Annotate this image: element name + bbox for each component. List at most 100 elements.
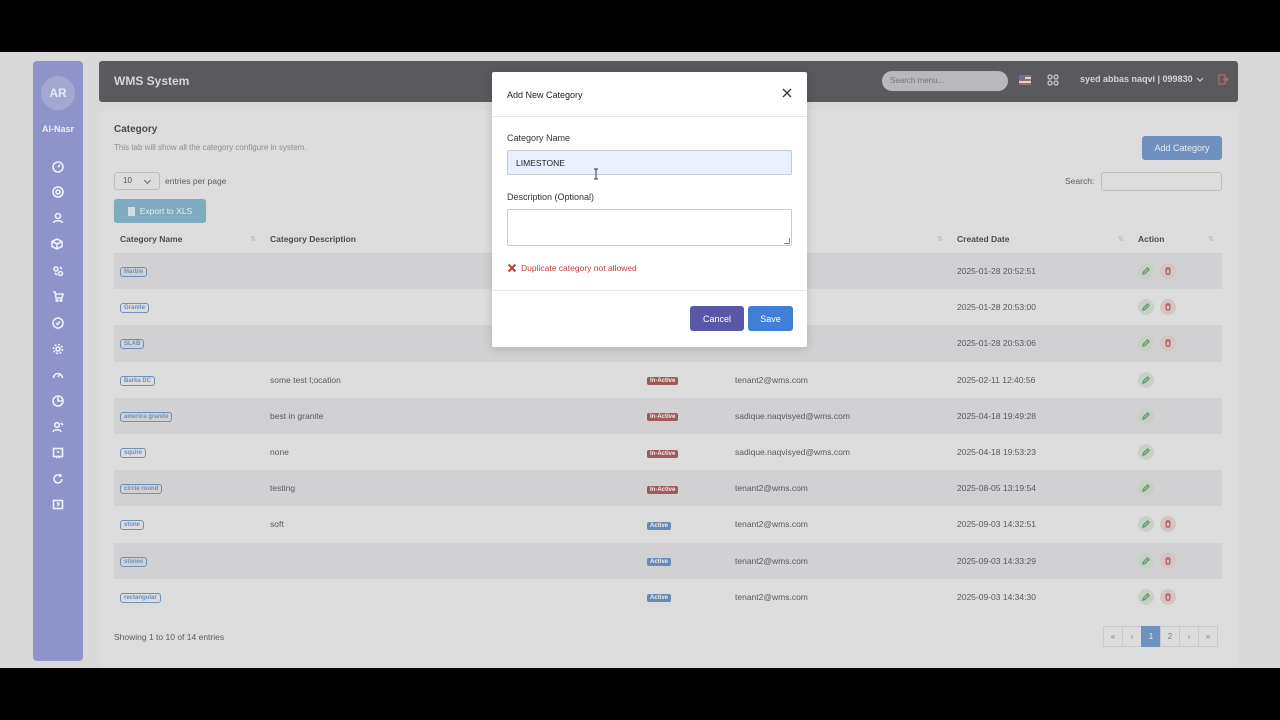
created-date-cell: 2025-01-28 20:53:00 bbox=[957, 302, 1036, 313]
app-stage: AR Al-Nasr WMS System syed abbas naqvi |… bbox=[0, 52, 1280, 668]
edit-icon[interactable] bbox=[1138, 480, 1154, 497]
user-icon[interactable] bbox=[51, 211, 65, 225]
gauge-icon[interactable] bbox=[51, 368, 65, 382]
delete-icon[interactable] bbox=[1160, 552, 1176, 569]
table-row: Barka DC some test l;ocation In-Active tena… bbox=[114, 362, 1222, 398]
category-tag: stone bbox=[120, 520, 145, 531]
pie-chart-icon[interactable] bbox=[51, 394, 65, 408]
edit-icon[interactable] bbox=[1138, 335, 1154, 352]
edit-icon[interactable] bbox=[1138, 407, 1154, 424]
action-cell bbox=[1132, 325, 1222, 362]
category-tag: Marble bbox=[120, 267, 148, 278]
report-icon[interactable] bbox=[51, 446, 65, 460]
sidebar: AR Al-Nasr bbox=[33, 61, 83, 661]
column-header-label: Category Description bbox=[270, 233, 356, 244]
created-date-cell: 2025-09-03 14:34:30 bbox=[957, 591, 1036, 602]
status-cell: In-Active bbox=[641, 470, 729, 507]
app-title: WMS System bbox=[114, 74, 190, 88]
name-cell: squire bbox=[114, 434, 264, 470]
status-badge: In-Active bbox=[647, 377, 679, 386]
close-icon[interactable] bbox=[781, 87, 793, 99]
edit-icon[interactable] bbox=[1138, 371, 1154, 388]
created-date-cell: 2025-01-28 20:53:06 bbox=[951, 325, 1132, 362]
table-search-input[interactable] bbox=[1101, 172, 1222, 191]
showing-entries: Showing 1 to 10 of 14 entries bbox=[114, 632, 225, 642]
export-xls-button[interactable]: Export to XLS bbox=[114, 199, 206, 223]
user-manage-icon[interactable] bbox=[51, 420, 65, 434]
page-button[interactable]: » bbox=[1198, 626, 1218, 647]
apps-icon[interactable] bbox=[1047, 74, 1059, 86]
error-text: Duplicate category not allowed bbox=[521, 263, 637, 273]
users-group-icon[interactable] bbox=[51, 264, 65, 278]
file-icon bbox=[127, 206, 135, 216]
description-textarea[interactable] bbox=[507, 209, 792, 246]
gear-icon[interactable] bbox=[51, 342, 65, 356]
sort-icon[interactable]: ⇅ bbox=[937, 235, 943, 243]
user-menu[interactable]: syed abbas naqvi | 099830 bbox=[1080, 74, 1193, 84]
table-row: stone soft Active tenant2@wms.com 2025-09-03… bbox=[114, 506, 1222, 542]
edit-icon[interactable] bbox=[1138, 516, 1154, 533]
dashboard-icon[interactable] bbox=[51, 160, 65, 174]
column-header[interactable]: Action ⇅ bbox=[1132, 225, 1222, 254]
action-cell bbox=[1132, 397, 1222, 434]
table-row: stonee Active tenant2@wms.com 2025-09-03 14… bbox=[114, 542, 1222, 579]
sort-icon[interactable]: ⇅ bbox=[250, 235, 256, 243]
settings-circle-icon[interactable] bbox=[51, 185, 65, 199]
sort-icon[interactable]: ⇅ bbox=[1208, 235, 1214, 243]
action-cell bbox=[1132, 542, 1222, 579]
page-length-select[interactable]: 10 bbox=[114, 172, 160, 190]
entries-label: entries per page bbox=[165, 176, 227, 186]
refresh-icon[interactable] bbox=[51, 472, 65, 486]
page-button[interactable]: 1 bbox=[1141, 626, 1161, 647]
delete-icon[interactable] bbox=[1160, 516, 1176, 533]
name-cell: circle round bbox=[114, 470, 264, 507]
description-cell: some test l;ocation bbox=[270, 374, 341, 385]
help-icon[interactable] bbox=[51, 498, 65, 512]
action-cell bbox=[1132, 289, 1222, 325]
us-flag-icon[interactable] bbox=[1019, 75, 1031, 85]
add-category-button[interactable]: Add Category bbox=[1142, 136, 1222, 160]
column-header[interactable]: Category Name ⇅ bbox=[114, 225, 264, 254]
delete-icon[interactable] bbox=[1160, 263, 1176, 280]
cart-icon[interactable] bbox=[51, 289, 65, 303]
modal-title: Add New Category bbox=[507, 90, 583, 100]
category-tag: circle round bbox=[120, 484, 163, 495]
table-row: circle round testing In-Active tenant2@wms.… bbox=[114, 470, 1222, 507]
badge-icon[interactable] bbox=[51, 316, 65, 330]
created-by-cell: sadique.naqvisyed@wms.com bbox=[735, 447, 850, 458]
save-button[interactable]: Save bbox=[748, 306, 793, 331]
page-button[interactable]: ‹ bbox=[1122, 626, 1142, 647]
column-header-label: Created Date bbox=[957, 233, 1010, 244]
status-badge: In-Active bbox=[647, 485, 679, 494]
edit-icon[interactable] bbox=[1138, 588, 1154, 605]
name-cell: SLAB bbox=[114, 325, 264, 362]
edit-icon[interactable] bbox=[1138, 263, 1154, 280]
edit-icon[interactable] bbox=[1138, 444, 1154, 461]
page-button[interactable]: 2 bbox=[1160, 626, 1180, 647]
sort-icon[interactable]: ⇅ bbox=[1118, 235, 1124, 243]
edit-icon[interactable] bbox=[1138, 299, 1154, 316]
delete-icon[interactable] bbox=[1160, 299, 1176, 316]
edit-icon[interactable] bbox=[1138, 552, 1154, 569]
status-badge: In-Active bbox=[647, 449, 679, 458]
cancel-button[interactable]: Cancel bbox=[690, 306, 744, 331]
chevron-down-icon[interactable] bbox=[1196, 75, 1204, 83]
category-tag: SLAB bbox=[120, 339, 145, 350]
delete-icon[interactable] bbox=[1160, 588, 1176, 605]
category-tag: rectangular bbox=[120, 592, 161, 603]
page-button[interactable]: « bbox=[1103, 626, 1123, 647]
created-by-cell: tenant2@wms.com bbox=[735, 519, 808, 530]
category-name-input[interactable] bbox=[507, 150, 792, 175]
pagination: «‹ 1 2 ›» bbox=[1103, 626, 1218, 647]
status-cell: In-Active bbox=[641, 362, 729, 398]
menu-search-input[interactable] bbox=[882, 71, 1008, 91]
column-header[interactable]: Created Date ⇅ bbox=[951, 225, 1132, 254]
description-cell: best in granite bbox=[264, 397, 641, 434]
delete-icon[interactable] bbox=[1160, 335, 1176, 352]
page-button[interactable]: › bbox=[1179, 626, 1199, 647]
description-cell bbox=[264, 542, 641, 579]
avatar[interactable]: AR bbox=[41, 76, 75, 110]
name-cell: stonee bbox=[114, 542, 264, 579]
logout-icon[interactable] bbox=[1218, 74, 1229, 85]
box-icon[interactable] bbox=[50, 237, 64, 251]
